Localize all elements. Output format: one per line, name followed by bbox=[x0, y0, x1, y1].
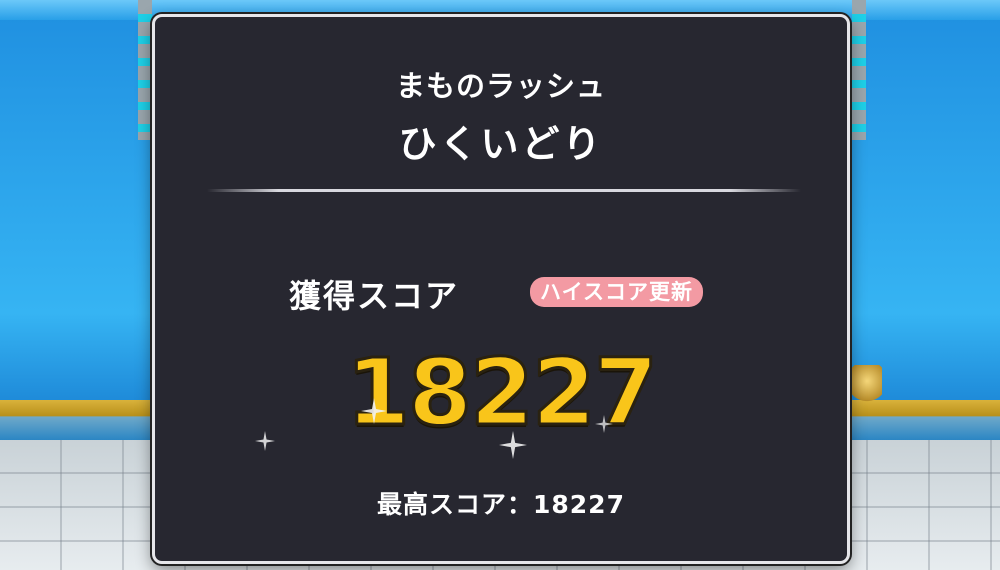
score-label: 獲得スコア bbox=[289, 277, 460, 315]
sparkle-icon bbox=[595, 415, 613, 433]
score-value: 18227 bbox=[344, 339, 659, 446]
mode-subtitle: まものラッシュ bbox=[395, 69, 606, 103]
stage-title: ひくいどり bbox=[398, 122, 604, 166]
sparkle-icon bbox=[255, 431, 275, 451]
background-statue bbox=[852, 365, 882, 405]
result-panel[interactable]: まものラッシュ ひくいどり 獲得スコア ハイスコア更新 18227 最高スコア：… bbox=[152, 14, 850, 564]
background-pillar-right bbox=[852, 0, 866, 140]
best-score: 最高スコア：18227 bbox=[377, 490, 625, 519]
highscore-badge: ハイスコア更新 bbox=[530, 277, 703, 307]
title-divider bbox=[207, 189, 801, 192]
background-pillar-left bbox=[138, 0, 152, 140]
sparkle-icon bbox=[499, 431, 527, 459]
sparkle-icon bbox=[361, 398, 387, 424]
